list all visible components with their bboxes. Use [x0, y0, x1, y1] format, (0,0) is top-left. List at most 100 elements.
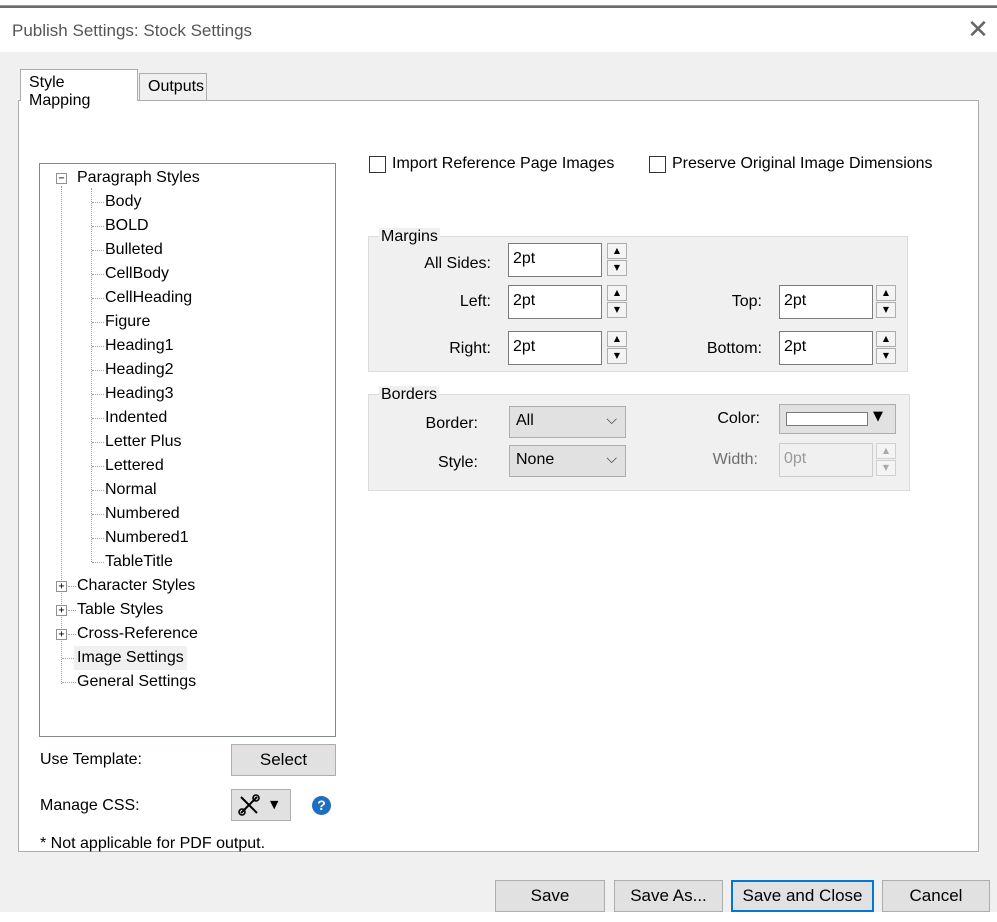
- style-select-value: None: [516, 451, 555, 468]
- right-spinner[interactable]: ▲ ▼: [607, 331, 627, 365]
- spin-up-icon[interactable]: ▲: [876, 285, 896, 301]
- spin-up-icon[interactable]: ▲: [607, 243, 627, 259]
- tree-item-cellheading[interactable]: CellHeading: [105, 286, 192, 310]
- tree-item-letter-plus[interactable]: Letter Plus: [105, 430, 181, 454]
- width-label: Width:: [712, 451, 758, 468]
- color-label: Color:: [717, 410, 760, 427]
- help-icon[interactable]: ?: [312, 796, 331, 815]
- save-as-button[interactable]: Save As...: [614, 880, 723, 912]
- color-picker[interactable]: ▼: [779, 404, 896, 434]
- save-and-close-button[interactable]: Save and Close: [731, 880, 874, 912]
- style-select[interactable]: None ⌵: [509, 445, 626, 477]
- preserve-dimensions-label: Preserve Original Image Dimensions: [672, 155, 933, 172]
- import-reference-label: Import Reference Page Images: [392, 155, 615, 172]
- tools-icon: [238, 794, 260, 816]
- left-spinner[interactable]: ▲ ▼: [607, 285, 627, 319]
- tree-connector: [92, 322, 104, 323]
- tree-item-paragraph-styles[interactable]: Paragraph Styles: [77, 166, 200, 190]
- bottom-input[interactable]: 2pt: [779, 331, 873, 365]
- width-input[interactable]: 0pt: [779, 443, 873, 477]
- collapse-icon[interactable]: −: [56, 173, 67, 184]
- bottom-spinner[interactable]: ▲ ▼: [876, 331, 896, 365]
- tree-connector: [92, 466, 104, 467]
- left-label: Left:: [459, 293, 491, 310]
- tree-item-heading1[interactable]: Heading1: [105, 334, 174, 358]
- title-bar: Publish Settings: Stock Settings ✕: [0, 8, 997, 52]
- all-sides-input[interactable]: 2pt: [508, 243, 602, 277]
- spin-up-icon[interactable]: ▲: [876, 331, 896, 347]
- color-swatch: [786, 412, 868, 426]
- preserve-dimensions-checkbox[interactable]: [649, 156, 666, 173]
- tree-connector: [92, 274, 104, 275]
- all-sides-spinner[interactable]: ▲ ▼: [607, 243, 627, 277]
- spin-down-icon[interactable]: ▼: [607, 260, 627, 276]
- close-icon[interactable]: ✕: [962, 14, 994, 46]
- tree-item-cross-reference[interactable]: Cross-Reference: [77, 622, 198, 646]
- spin-down-icon[interactable]: ▼: [876, 460, 896, 476]
- spin-up-icon[interactable]: ▲: [607, 285, 627, 301]
- tree-connector: [62, 682, 76, 683]
- tree-item-numbered1[interactable]: Numbered1: [105, 526, 189, 550]
- cancel-button[interactable]: Cancel: [882, 880, 990, 912]
- border-select[interactable]: All ⌵: [509, 406, 626, 438]
- spin-down-icon[interactable]: ▼: [876, 302, 896, 318]
- tree-item-body[interactable]: Body: [105, 190, 141, 214]
- expand-icon[interactable]: +: [56, 605, 67, 616]
- chevron-down-icon: ⌵: [606, 451, 617, 467]
- tree-connector: [92, 298, 104, 299]
- tree-connector: [92, 394, 104, 395]
- tree-connector: [92, 226, 104, 227]
- spin-down-icon[interactable]: ▼: [607, 348, 627, 364]
- tree-connector: [92, 562, 104, 563]
- background-window-strip: [0, 0, 997, 6]
- manage-css-button[interactable]: ▼: [231, 789, 291, 821]
- tree-item-bold[interactable]: BOLD: [105, 214, 149, 238]
- tree-item-heading3[interactable]: Heading3: [105, 382, 174, 406]
- borders-title: Borders: [379, 386, 440, 404]
- all-sides-label: All Sides:: [424, 255, 491, 272]
- tree-item-normal[interactable]: Normal: [105, 478, 157, 502]
- top-spinner[interactable]: ▲ ▼: [876, 285, 896, 319]
- tab-outputs[interactable]: Outputs: [139, 73, 207, 101]
- tree-item-character-styles[interactable]: Character Styles: [77, 574, 195, 598]
- tree-item-general-settings[interactable]: General Settings: [77, 670, 196, 694]
- tree-item-bulleted[interactable]: Bulleted: [105, 238, 163, 262]
- tree-item-numbered[interactable]: Numbered: [105, 502, 180, 526]
- tree-item-cellbody[interactable]: CellBody: [105, 262, 169, 286]
- right-input[interactable]: 2pt: [508, 331, 602, 365]
- color-dropdown-icon: ▼: [873, 409, 883, 424]
- tree-item-heading2[interactable]: Heading2: [105, 358, 174, 382]
- tree-connector: [92, 538, 104, 539]
- right-label: Right:: [449, 340, 491, 357]
- spin-down-icon[interactable]: ▼: [876, 348, 896, 364]
- width-spinner[interactable]: ▲ ▼: [876, 443, 896, 477]
- tree-item-indented[interactable]: Indented: [105, 406, 167, 430]
- spin-up-icon[interactable]: ▲: [876, 443, 896, 459]
- select-template-button[interactable]: Select: [231, 744, 336, 776]
- tree-item-figure[interactable]: Figure: [105, 310, 150, 334]
- tree-item-lettered[interactable]: Lettered: [105, 454, 164, 478]
- spin-down-icon[interactable]: ▼: [607, 302, 627, 318]
- style-label: Style:: [437, 454, 478, 471]
- tree-item-image-settings[interactable]: Image Settings: [74, 646, 187, 670]
- spin-up-icon[interactable]: ▲: [607, 331, 627, 347]
- import-reference-checkbox[interactable]: [369, 156, 386, 173]
- use-template-label: Use Template:: [40, 751, 142, 768]
- expand-icon[interactable]: +: [56, 629, 67, 640]
- tree-connector: [92, 514, 104, 515]
- style-tree[interactable]: − Paragraph Styles Body BOLD Bulleted Ce…: [39, 163, 336, 737]
- tree-item-tabletitle[interactable]: TableTitle: [105, 550, 173, 574]
- window-title: Publish Settings: Stock Settings: [12, 21, 253, 40]
- left-input[interactable]: 2pt: [508, 285, 602, 319]
- border-label: Border:: [425, 415, 478, 432]
- tab-style-mapping[interactable]: Style Mapping: [20, 69, 138, 109]
- bottom-label: Bottom:: [706, 340, 762, 357]
- margins-title: Margins: [379, 228, 440, 246]
- save-button[interactable]: Save: [495, 880, 605, 912]
- tree-item-table-styles[interactable]: Table Styles: [77, 598, 163, 622]
- tree-connector: [92, 490, 104, 491]
- expand-icon[interactable]: +: [56, 581, 67, 592]
- top-input[interactable]: 2pt: [779, 285, 873, 319]
- manage-css-label: Manage CSS:: [40, 797, 140, 814]
- tree-connector: [92, 346, 104, 347]
